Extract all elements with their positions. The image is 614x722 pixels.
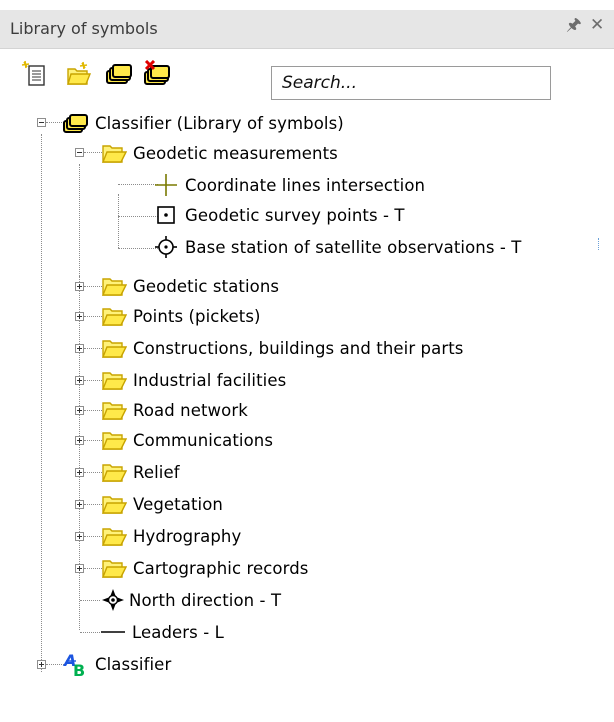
folder-label: Constructions, buildings and their parts xyxy=(133,338,464,358)
collapse-button[interactable] xyxy=(37,118,46,127)
symbol-leaders[interactable]: Leaders - L xyxy=(100,617,224,647)
compass-symbol-icon xyxy=(100,587,126,613)
svg-text:B: B xyxy=(73,661,85,677)
folder-label: Relief xyxy=(133,462,180,482)
folder-label: Cartographic records xyxy=(133,558,309,578)
expand-button[interactable] xyxy=(75,564,84,573)
expand-button[interactable] xyxy=(75,376,84,385)
folder-communications[interactable]: Communications xyxy=(101,425,273,455)
folder-cartographic-records[interactable]: Cartographic records xyxy=(101,553,308,583)
square-dot-symbol-icon xyxy=(153,202,179,228)
new-document-icon xyxy=(21,60,45,86)
library-icon xyxy=(63,110,89,136)
expand-button[interactable] xyxy=(75,468,84,477)
new-folder-icon xyxy=(67,61,92,85)
open-folder-icon xyxy=(101,523,127,549)
folder-label: Industrial facilities xyxy=(133,370,287,390)
library-button[interactable] xyxy=(105,60,133,88)
remove-library-button[interactable] xyxy=(143,60,171,88)
new-symbol-button[interactable] xyxy=(21,60,49,88)
folder-label: Vegetation xyxy=(133,494,223,514)
open-folder-icon xyxy=(101,367,127,393)
folder-label: Points (pickets) xyxy=(133,306,261,326)
symbol-label: Leaders - L xyxy=(132,622,224,642)
open-folder-icon xyxy=(101,491,127,517)
folder-vegetation[interactable]: Vegetation xyxy=(101,489,223,519)
pin-icon[interactable]: 🖈︎ xyxy=(566,17,582,34)
library-of-symbols-panel: Library of symbols 🖈︎ ✕ Search... Classi… xyxy=(0,0,614,722)
folder-label: Communications xyxy=(133,430,274,450)
folder-label: Road network xyxy=(133,400,248,420)
expand-button[interactable] xyxy=(75,436,84,445)
open-folder-icon xyxy=(101,273,127,299)
folder-label: Geodetic measurements xyxy=(133,143,338,163)
circle-target-symbol-icon xyxy=(153,234,179,260)
cross-symbol-icon xyxy=(153,172,179,198)
folder-geodetic-measurements[interactable]: Geodetic measurements xyxy=(101,138,338,168)
line-symbol-icon xyxy=(100,619,126,645)
expand-button[interactable] xyxy=(75,312,84,321)
tree-root-label: Classifier xyxy=(95,654,172,674)
open-folder-icon xyxy=(101,427,127,453)
symbol-label: Geodetic survey points - T xyxy=(185,205,405,225)
symbol-north-direction[interactable]: North direction - T xyxy=(100,585,281,615)
expand-button[interactable] xyxy=(75,282,84,291)
open-folder-icon xyxy=(101,335,127,361)
folder-road-network[interactable]: Road network xyxy=(101,395,248,425)
expand-button[interactable] xyxy=(37,660,46,669)
symbol-label: North direction - T xyxy=(129,590,282,610)
classifier-ab-icon: A B xyxy=(63,651,89,677)
tree-root-label: Classifier (Library of symbols) xyxy=(95,113,344,133)
folder-industrial-facilities[interactable]: Industrial facilities xyxy=(101,365,286,395)
folder-relief[interactable]: Relief xyxy=(101,457,180,487)
open-folder-icon xyxy=(101,303,127,329)
open-folder-icon xyxy=(101,397,127,423)
tree-root-library[interactable]: Classifier (Library of symbols) xyxy=(63,108,344,138)
new-folder-button[interactable] xyxy=(65,60,93,88)
expand-button[interactable] xyxy=(75,532,84,541)
expand-button[interactable] xyxy=(75,344,84,353)
symbol-base-station-satellite[interactable]: Base station of satellite observations -… xyxy=(153,232,521,262)
library-icon xyxy=(106,64,132,84)
folder-label: Geodetic stations xyxy=(133,276,280,296)
panel-title: Library of symbols xyxy=(10,19,158,38)
symbol-coordinate-lines-intersection[interactable]: Coordinate lines intersection xyxy=(153,170,425,200)
folder-hydrography[interactable]: Hydrography xyxy=(101,521,241,551)
open-folder-icon xyxy=(101,459,127,485)
tree-root-classifier[interactable]: A B Classifier xyxy=(63,649,171,679)
symbol-geodetic-survey-points[interactable]: Geodetic survey points - T xyxy=(153,200,405,230)
expand-button[interactable] xyxy=(75,406,84,415)
search-input[interactable] xyxy=(271,66,551,100)
open-folder-icon xyxy=(101,555,127,581)
symbol-label: Base station of satellite observations -… xyxy=(185,237,522,257)
collapse-button[interactable] xyxy=(75,148,84,157)
folder-label: Hydrography xyxy=(133,526,242,546)
open-folder-icon xyxy=(101,140,127,166)
symbol-tree: Classifier (Library of symbols) Geodetic… xyxy=(0,104,614,722)
close-icon[interactable]: ✕ xyxy=(590,17,604,34)
text-cursor-mark xyxy=(598,238,601,250)
panel-title-bar: Library of symbols 🖈︎ ✕ xyxy=(0,10,614,49)
symbol-label: Coordinate lines intersection xyxy=(185,175,426,195)
folder-constructions[interactable]: Constructions, buildings and their parts xyxy=(101,333,464,363)
folder-geodetic-stations[interactable]: Geodetic stations xyxy=(101,271,279,301)
folder-points-pickets[interactable]: Points (pickets) xyxy=(101,301,261,331)
expand-button[interactable] xyxy=(75,500,84,509)
delete-library-icon xyxy=(144,60,170,85)
